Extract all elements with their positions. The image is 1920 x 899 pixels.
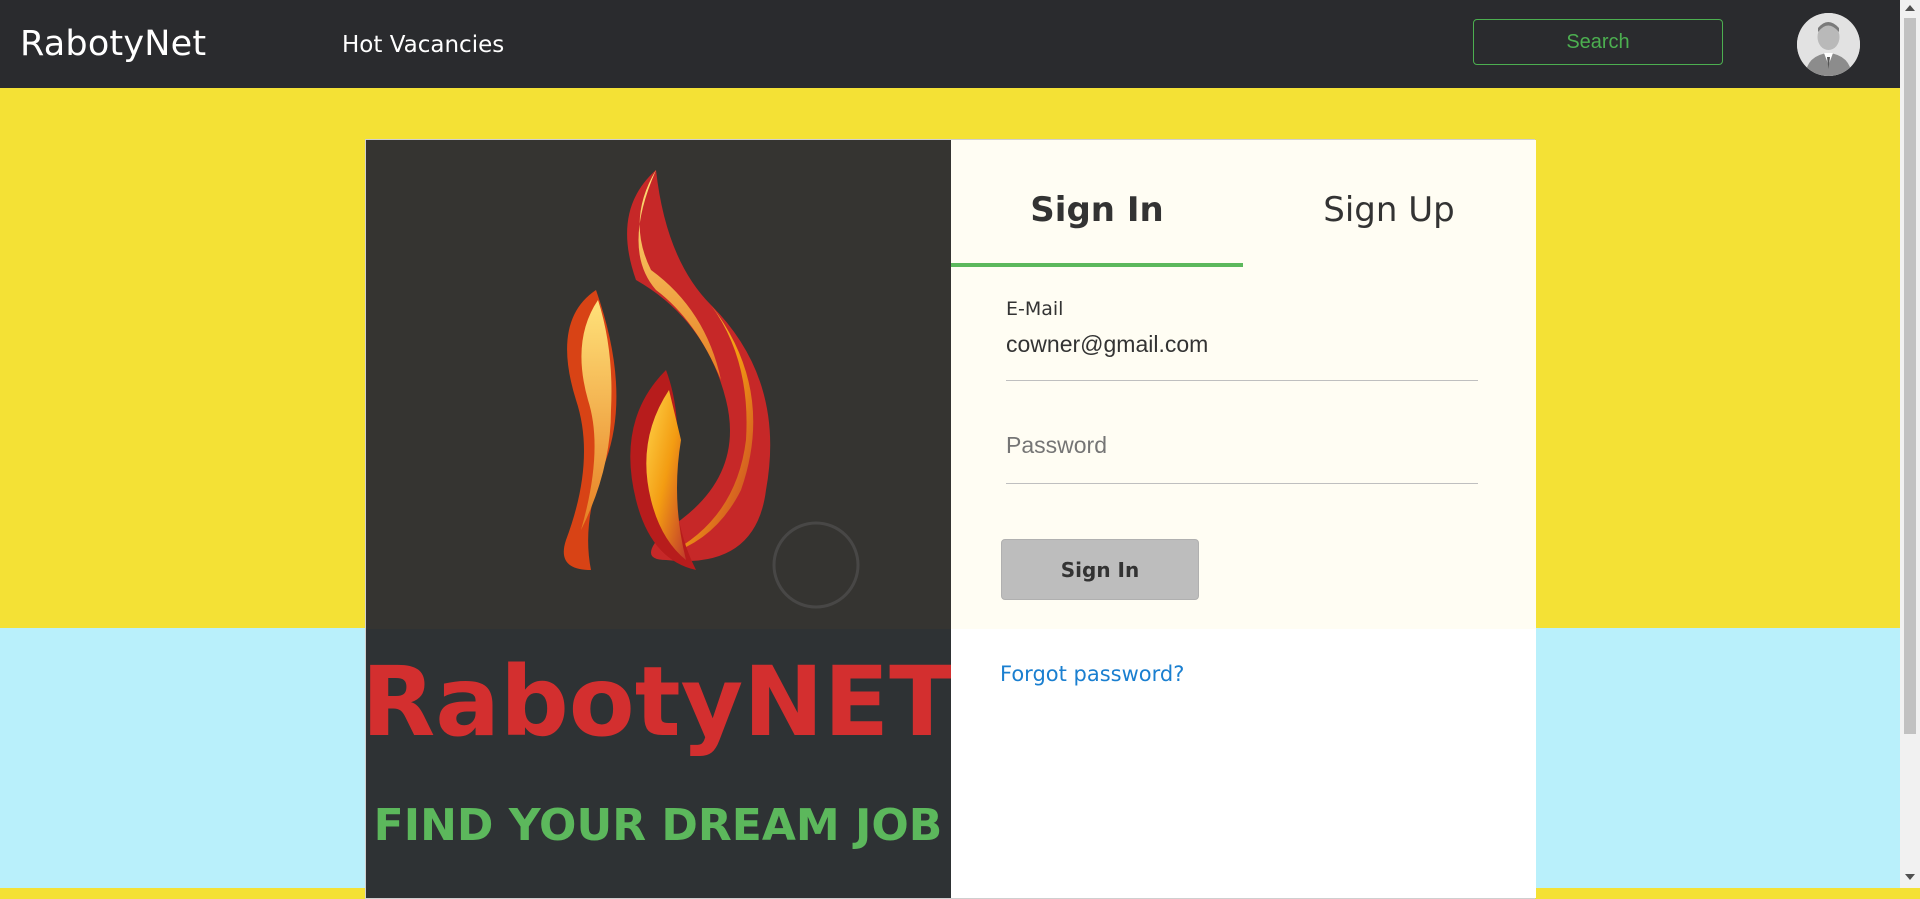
email-label: E-Mail [1006, 298, 1064, 320]
auth-card: RabotyNET FIND YOUR DREAM JOB Sign In Si… [365, 139, 1536, 899]
email-underline [1006, 380, 1478, 381]
tab-sign-up[interactable]: Sign Up [1243, 190, 1535, 230]
user-avatar-icon[interactable] [1797, 13, 1860, 76]
vertical-scrollbar[interactable] [1900, 0, 1920, 888]
scroll-up-icon[interactable] [1905, 5, 1915, 11]
logo-tagline-text: FIND YOUR DREAM JOB [374, 800, 943, 851]
active-tab-indicator [951, 263, 1243, 267]
brand-logo-link[interactable]: RabotyNet [20, 24, 206, 64]
logo-title-text: RabotyNET [366, 646, 951, 758]
forgot-password-link[interactable]: Forgot password? [1000, 662, 1184, 686]
avatar-image [1797, 13, 1860, 76]
tab-sign-in[interactable]: Sign In [951, 190, 1243, 230]
flame-logo-icon: RabotyNET FIND YOUR DREAM JOB [366, 140, 951, 898]
scroll-thumb[interactable] [1904, 18, 1916, 734]
scroll-down-icon[interactable] [1905, 874, 1915, 880]
navbar: RabotyNet Hot Vacancies Search [0, 0, 1900, 88]
password-field[interactable] [1006, 430, 1478, 460]
email-field[interactable] [1006, 329, 1478, 359]
search-button[interactable]: Search [1473, 19, 1723, 65]
password-underline [1006, 483, 1478, 484]
logo-panel: RabotyNET FIND YOUR DREAM JOB [366, 140, 951, 898]
auth-form-panel: Sign In Sign Up [951, 140, 1536, 898]
hot-vacancies-link[interactable]: Hot Vacancies [342, 32, 504, 58]
sign-in-button[interactable]: Sign In [1001, 539, 1199, 600]
